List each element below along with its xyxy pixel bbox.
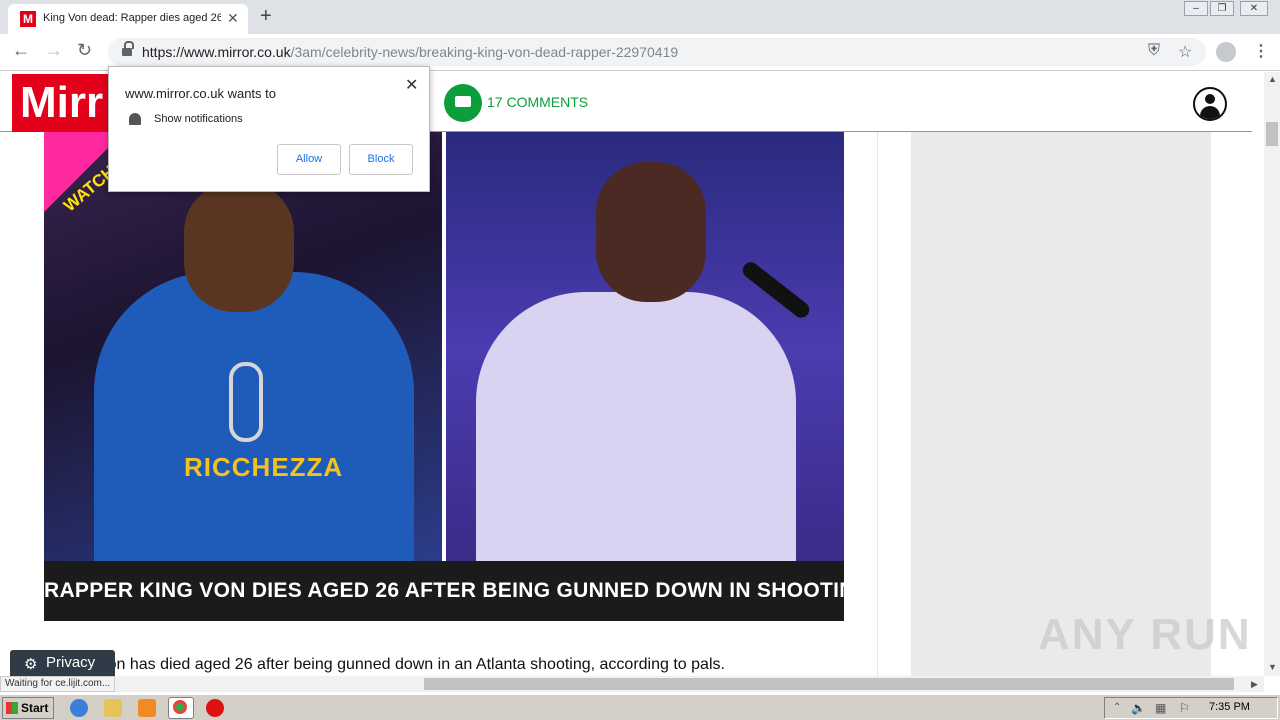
restore-icon[interactable]: ❐ (1210, 1, 1234, 16)
tab-title: King Von dead: Rapper dies aged 26 (43, 12, 221, 24)
lock-icon[interactable] (122, 41, 134, 57)
address-bar[interactable]: https://www.mirror.co.uk/3am/celebrity-n… (108, 38, 1206, 66)
status-bar: Waiting for ce.lijit.com... (0, 676, 116, 692)
comment-bubble-icon[interactable] (444, 84, 482, 122)
mirror-favicon-icon: M (20, 11, 36, 27)
scroll-up-icon[interactable]: ▲ (1268, 74, 1277, 84)
white-shirt (476, 292, 796, 562)
privacy-label: Privacy (46, 654, 96, 671)
chain-pendant (229, 362, 263, 442)
user-account-icon[interactable] (1193, 87, 1227, 121)
ie-icon[interactable] (70, 699, 88, 717)
browser-tab[interactable]: M King Von dead: Rapper dies aged 26 ✕ (8, 4, 248, 34)
browser-tabstrip: M King Von dead: Rapper dies aged 26 ✕ +… (0, 0, 1280, 34)
notification-permission-popup: www.mirror.co.uk wants to ✕ Show notific… (108, 66, 430, 192)
chrome-menu-icon[interactable]: ⋮ (1253, 41, 1269, 61)
anyrun-watermark: ANY RUN (1038, 610, 1252, 659)
reload-icon[interactable]: ↻ (77, 40, 92, 61)
sidebar-ad-slot (911, 132, 1211, 676)
person-right-face (596, 162, 706, 302)
scroll-right-icon[interactable]: ▶ (1251, 679, 1258, 690)
privacy-button[interactable]: ⚙ Privacy (10, 650, 115, 676)
vertical-scroll-thumb[interactable] (1266, 122, 1278, 146)
popup-permission: Show notifications (154, 113, 243, 125)
popup-close-icon[interactable]: ✕ (405, 75, 418, 95)
notification-blocked-icon[interactable]: ⛨ (1148, 42, 1160, 60)
flag-icon[interactable]: ⚐ (1179, 701, 1190, 715)
taskbar-clock[interactable]: 7:35 PM (1209, 701, 1250, 713)
hero-image[interactable]: RICCHEZZA WATCH THE VIDEO RAPPER KING VO… (44, 132, 844, 622)
new-tab-button[interactable]: + (260, 5, 272, 28)
chrome-icon (173, 700, 187, 714)
forward-icon[interactable]: → (45, 40, 63, 61)
volume-icon[interactable]: 🔈 (1131, 701, 1146, 715)
tray-expand-icon[interactable]: ⌃ (1113, 702, 1121, 713)
network-icon[interactable]: ▦ (1155, 701, 1166, 715)
opera-icon[interactable] (206, 699, 224, 717)
start-button[interactable]: Start (2, 697, 54, 719)
system-tray: ⌃ 🔈 ▦ ⚐ (1104, 697, 1278, 719)
comments-link[interactable]: 17 COMMENTS (487, 94, 588, 110)
window-close-icon[interactable]: ✕ (1240, 1, 1268, 16)
horizontal-scroll-thumb[interactable] (424, 678, 1234, 690)
profile-avatar-icon[interactable] (1216, 42, 1236, 62)
gear-icon: ⚙ (24, 656, 38, 673)
popup-title: www.mirror.co.uk wants to (125, 86, 276, 101)
hoodie-print: RICCHEZZA (184, 452, 344, 482)
photo-left: RICCHEZZA (44, 132, 442, 562)
back-icon[interactable]: ← (12, 40, 30, 61)
bell-icon (129, 113, 141, 125)
minimize-icon[interactable]: – (1184, 1, 1208, 16)
media-player-icon[interactable] (138, 699, 156, 717)
person-left-face (184, 182, 294, 312)
photo-right (446, 132, 844, 562)
hero-caption-bar: RAPPER KING VON DIES AGED 26 AFTER BEING… (44, 561, 844, 621)
bookmark-star-icon[interactable]: ☆ (1178, 42, 1192, 62)
block-button[interactable]: Block (349, 144, 413, 175)
url-text[interactable]: https://www.mirror.co.uk/3am/celebrity-n… (142, 44, 678, 60)
article-body-text: ing Von has died aged 26 after being gun… (72, 656, 725, 673)
folder-icon[interactable] (104, 699, 122, 717)
windows-taskbar: Start ⌃ 🔈 ▦ ⚐ 7:35 PM (0, 694, 1280, 720)
scroll-down-icon[interactable]: ▼ (1268, 662, 1277, 672)
hero-caption: RAPPER KING VON DIES AGED 26 AFTER BEING… (44, 579, 844, 602)
close-icon[interactable]: ✕ (227, 10, 239, 27)
microphone (739, 259, 813, 321)
horizontal-scrollbar[interactable]: ▶ (0, 676, 1264, 692)
vertical-scrollbar[interactable]: ▲ ▼ (1264, 72, 1280, 676)
url-path: /3am/celebrity-news/breaking-king-von-de… (290, 44, 679, 60)
column-divider (877, 132, 878, 676)
url-domain: https://www.mirror.co.uk (142, 44, 291, 60)
allow-button[interactable]: Allow (277, 144, 341, 175)
